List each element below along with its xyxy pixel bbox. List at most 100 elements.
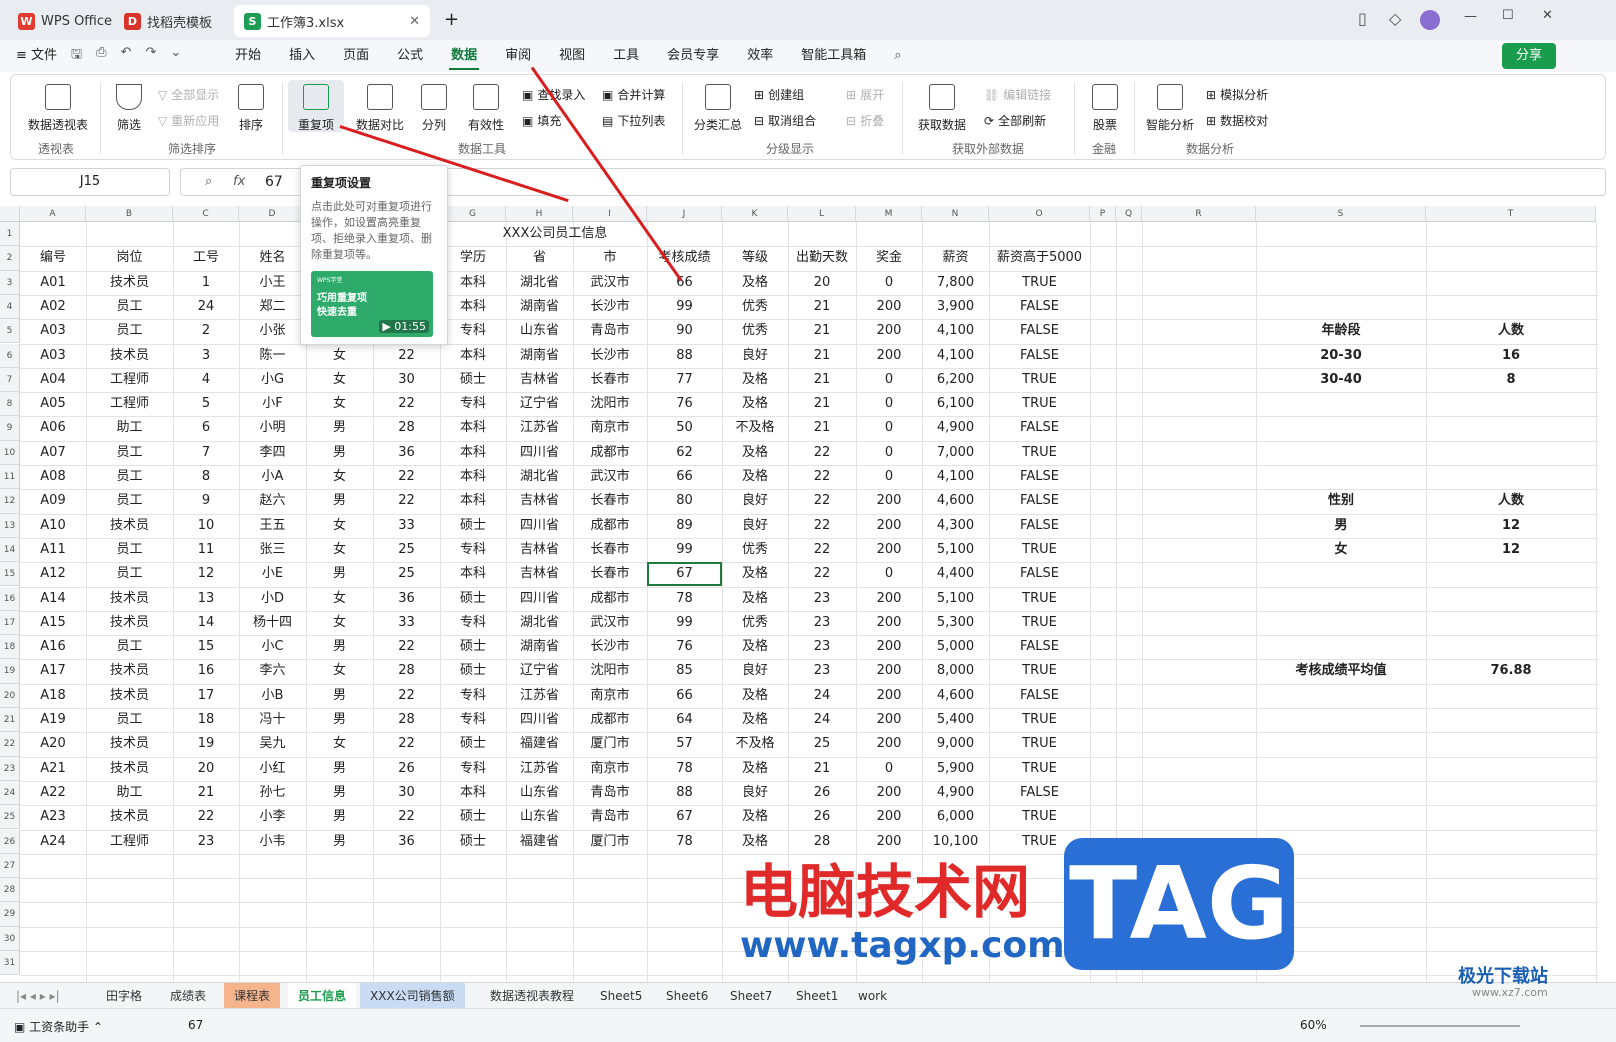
table-cell[interactable]: 四川省	[506, 514, 573, 538]
table-cell[interactable]: 技术员	[86, 344, 173, 368]
table-cell[interactable]: 20	[788, 271, 856, 295]
data-compare-button[interactable]: 数据对比	[348, 84, 412, 133]
column-title[interactable]: 薪资高于5000	[989, 246, 1090, 270]
table-cell[interactable]: 25	[373, 562, 440, 586]
table-cell[interactable]: 员工	[86, 319, 173, 343]
expand-button[interactable]: ⊞ 展开	[846, 86, 884, 103]
table-cell[interactable]: 长春市	[573, 538, 647, 562]
reapply-button[interactable]: ▽ 重新应用	[158, 112, 219, 129]
table-cell[interactable]: A03	[20, 344, 86, 368]
minimize-icon[interactable]: —	[1464, 9, 1477, 24]
table-cell[interactable]: 硕士	[440, 368, 506, 392]
table-cell[interactable]: 技术员	[86, 611, 173, 635]
table-cell[interactable]: 硕士	[440, 805, 506, 829]
summary-cell[interactable]: 12	[1426, 514, 1596, 538]
summary-cell[interactable]: 8	[1426, 368, 1596, 392]
table-cell[interactable]: 男	[306, 830, 373, 854]
table-cell[interactable]: 长春市	[573, 562, 647, 586]
table-cell[interactable]: 23	[788, 611, 856, 635]
table-cell[interactable]: 8,000	[922, 659, 989, 683]
table-cell[interactable]: 200	[856, 781, 922, 805]
menu-tab[interactable]: 开始	[221, 40, 275, 72]
table-cell[interactable]: TRUE	[989, 708, 1090, 732]
table-cell[interactable]: 5,300	[922, 611, 989, 635]
table-cell[interactable]: 0	[856, 465, 922, 489]
row-header[interactable]: 14	[0, 537, 20, 563]
table-cell[interactable]: 孙七	[239, 781, 306, 805]
name-box[interactable]: J15	[10, 168, 170, 196]
column-header[interactable]: Q	[1116, 206, 1142, 222]
column-header[interactable]: S	[1256, 206, 1426, 222]
row-header[interactable]: 7	[0, 367, 20, 393]
table-cell[interactable]: 李六	[239, 659, 306, 683]
table-cell[interactable]: 5,100	[922, 587, 989, 611]
table-cell[interactable]: TRUE	[989, 587, 1090, 611]
table-cell[interactable]: 33	[373, 611, 440, 635]
table-cell[interactable]: 小F	[239, 392, 306, 416]
row-header[interactable]: 13	[0, 513, 20, 538]
table-cell[interactable]: 本科	[440, 562, 506, 586]
table-cell[interactable]: 吉林省	[506, 538, 573, 562]
column-header[interactable]: K	[722, 206, 788, 222]
table-cell[interactable]: 22	[788, 465, 856, 489]
table-cell[interactable]: 山东省	[506, 319, 573, 343]
table-cell[interactable]: 良好	[722, 659, 788, 683]
table-cell[interactable]: 18	[173, 708, 239, 732]
menu-tab[interactable]: 插入	[275, 40, 329, 72]
edit-links-button[interactable]: ⛓ 编辑链接	[984, 86, 1051, 103]
table-cell[interactable]: 9,000	[922, 732, 989, 756]
table-cell[interactable]: 小A	[239, 465, 306, 489]
table-cell[interactable]: 28	[373, 659, 440, 683]
table-cell[interactable]: 员工	[86, 465, 173, 489]
table-cell[interactable]: 21	[788, 295, 856, 319]
table-cell[interactable]: 王五	[239, 514, 306, 538]
table-cell[interactable]: 66	[647, 465, 722, 489]
table-cell[interactable]: 武汉市	[573, 611, 647, 635]
table-cell[interactable]: 200	[856, 708, 922, 732]
table-cell[interactable]: 90	[647, 319, 722, 343]
column-header[interactable]: R	[1142, 206, 1256, 222]
table-cell[interactable]: 专科	[440, 684, 506, 708]
table-cell[interactable]: 22	[373, 344, 440, 368]
table-cell[interactable]: 山东省	[506, 805, 573, 829]
table-cell[interactable]: A07	[20, 441, 86, 465]
table-cell[interactable]: 0	[856, 271, 922, 295]
table-cell[interactable]: A15	[20, 611, 86, 635]
table-cell[interactable]: 成都市	[573, 514, 647, 538]
table-cell[interactable]: 优秀	[722, 319, 788, 343]
row-header[interactable]: 27	[0, 853, 20, 879]
menu-tab[interactable]: 会员专享	[653, 40, 733, 72]
table-cell[interactable]: 江苏省	[506, 757, 573, 781]
row-header[interactable]: 1	[0, 222, 20, 247]
table-cell[interactable]: A08	[20, 465, 86, 489]
table-cell[interactable]: 技术员	[86, 514, 173, 538]
table-cell[interactable]: 专科	[440, 611, 506, 635]
summary-cell[interactable]: 30-40	[1256, 368, 1426, 392]
table-cell[interactable]: 专科	[440, 538, 506, 562]
table-cell[interactable]: 长沙市	[573, 295, 647, 319]
sheet-tab[interactable]: Sheet6	[656, 983, 718, 1009]
table-cell[interactable]: 福建省	[506, 732, 573, 756]
table-cell[interactable]: 23	[788, 635, 856, 659]
table-cell[interactable]: 20	[173, 757, 239, 781]
subtotal-button[interactable]: 分类汇总	[690, 84, 746, 133]
cube-icon[interactable]: ◇	[1389, 9, 1401, 28]
table-cell[interactable]: A17	[20, 659, 86, 683]
table-cell[interactable]: 湖北省	[506, 611, 573, 635]
table-cell[interactable]: 员工	[86, 489, 173, 513]
chevron-down-icon[interactable]: ⌄	[170, 45, 181, 67]
redo-icon[interactable]: ↷	[145, 45, 156, 67]
table-cell[interactable]: 200	[856, 684, 922, 708]
row-header[interactable]: 9	[0, 416, 20, 441]
table-cell[interactable]: 成都市	[573, 708, 647, 732]
summary-header[interactable]: 年龄段	[1256, 319, 1426, 343]
table-cell[interactable]: 工程师	[86, 368, 173, 392]
table-cell[interactable]: 28	[373, 416, 440, 440]
column-title[interactable]: 市	[573, 246, 647, 270]
row-header[interactable]: 10	[0, 440, 20, 465]
fx-icon[interactable]: fx	[233, 174, 245, 189]
close-tab-icon[interactable]: ✕	[409, 14, 420, 29]
column-title[interactable]: 薪资	[922, 246, 989, 270]
sort-button[interactable]: 排序	[228, 84, 274, 133]
row-header[interactable]: 16	[0, 586, 20, 611]
